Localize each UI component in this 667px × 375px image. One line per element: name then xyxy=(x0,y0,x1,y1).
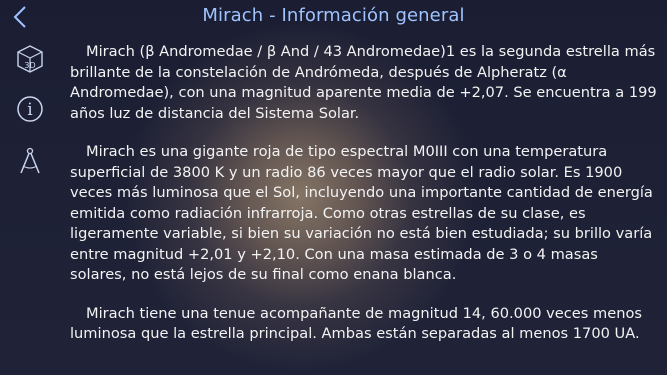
paragraph-physical: Mirach es una gigante roja de tipo espec… xyxy=(70,143,653,283)
3d-icon-label: 3D xyxy=(24,61,35,70)
info-icon: i xyxy=(17,96,43,122)
3d-view-button[interactable]: 3D xyxy=(10,42,50,76)
measure-button[interactable] xyxy=(10,144,50,178)
3d-cube-icon: 3D xyxy=(17,45,43,73)
paragraph-intro: Mirach (β Andromedae / β And / 43 Androm… xyxy=(70,43,657,122)
top-bar: Mirach - Información general xyxy=(0,0,667,34)
paragraph-companion: Mirach tiene una tenue acompañante de ma… xyxy=(70,304,642,343)
compass-icon xyxy=(20,147,40,174)
info-button[interactable]: i xyxy=(10,92,50,126)
info-text: Mirach (β Andromedae / β And / 43 Androm… xyxy=(70,42,658,363)
page-title: Mirach - Información general xyxy=(202,5,465,26)
info-icon-label: i xyxy=(27,100,33,120)
